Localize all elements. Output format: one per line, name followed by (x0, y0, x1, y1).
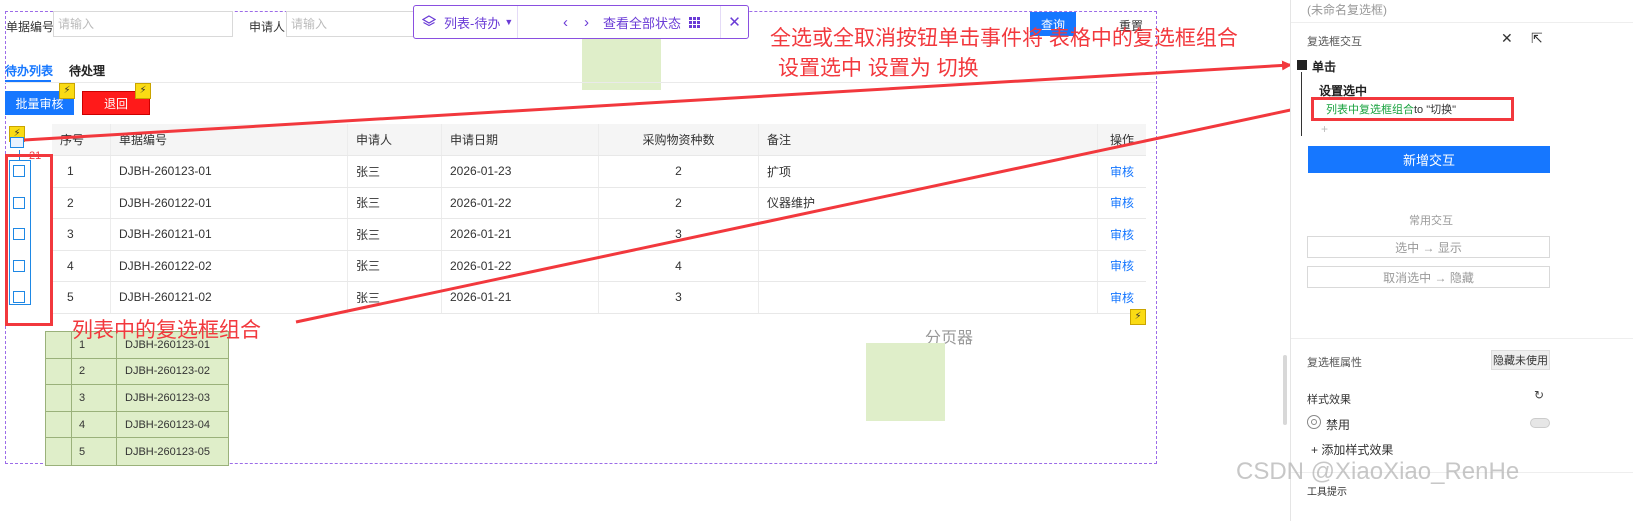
external-link-icon[interactable]: ⇱ (1531, 30, 1543, 47)
common-interaction-1[interactable]: 选中 → 显示 (1307, 236, 1550, 258)
style-effects-icon[interactable]: ↻ (1534, 388, 1544, 402)
common-interaction-label: 常用交互 (1409, 215, 1453, 227)
watermark: CSDN @XiaoXiao_RenHe (1236, 458, 1520, 485)
component-name[interactable]: (未命名复选框) (1307, 1, 1387, 18)
section-interaction: 复选框交互 (1307, 36, 1362, 48)
collapse-box-icon[interactable] (1297, 60, 1307, 70)
properties-panel: (未命名复选框) 复选框交互 ✕ ⇱ 单击 设置选中 列表中复选框组合 to "… (1283, 0, 1633, 521)
add-style-effect[interactable]: + 添加样式效果 (1311, 441, 1393, 458)
collapse-icon[interactable]: ✕ (1501, 30, 1513, 47)
style-effects-label: 样式效果 (1307, 394, 1351, 406)
add-action-icon[interactable]: + (1321, 122, 1328, 136)
panel-scrollbar[interactable] (1283, 355, 1287, 425)
event-click[interactable]: 单击 (1312, 58, 1336, 75)
action-target: 列表中复选框组合 (1326, 104, 1414, 116)
section-properties: 复选框属性 (1307, 357, 1362, 369)
disabled-toggle[interactable] (1530, 418, 1550, 428)
add-interaction-button[interactable]: 新增交互 (1308, 146, 1550, 173)
action-detail[interactable]: 列表中复选框组合 to "切换" (1311, 97, 1514, 121)
disabled-label: 禁用 (1326, 418, 1351, 432)
hide-unused-button[interactable]: 隐藏未使用 (1491, 350, 1550, 370)
common-interaction-2[interactable]: 取消选中 → 隐藏 (1307, 266, 1550, 288)
action-value: to "切换" (1414, 104, 1457, 116)
disabled-icon (1307, 415, 1321, 429)
